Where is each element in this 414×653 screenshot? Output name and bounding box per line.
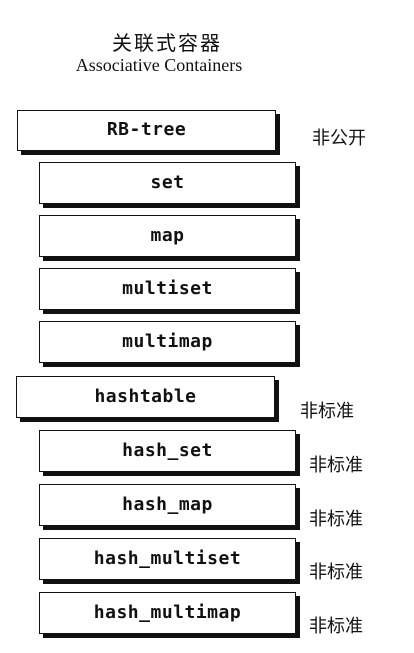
container-label: hashtable — [94, 385, 197, 407]
container-box-set: set — [39, 162, 296, 204]
note-non-standard: 非标准 — [309, 562, 363, 583]
container-box-map: map — [39, 215, 296, 257]
container-box-multimap: multimap — [39, 321, 296, 363]
container-box-rb-tree: RB-tree — [17, 110, 276, 151]
container-label: hash_set — [122, 439, 213, 461]
container-label: hash_map — [122, 493, 213, 515]
diagram-title-english: Associative Containers — [0, 55, 414, 76]
title-en-text: Associative Containers — [75, 55, 243, 75]
container-box-hash-map: hash_map — [39, 484, 296, 526]
note-non-standard: 非标准 — [309, 616, 363, 637]
container-box-hash-multimap: hash_multimap — [39, 592, 296, 634]
container-box-hash-multiset: hash_multiset — [39, 538, 296, 580]
diagram-title-chinese: 关联式容器 — [0, 27, 414, 56]
container-label: set — [150, 171, 185, 193]
note-non-standard: 非标准 — [300, 401, 354, 422]
container-box-multiset: multiset — [39, 268, 296, 310]
note-non-standard: 非标准 — [309, 509, 363, 530]
note-non-public: 非公开 — [312, 128, 366, 149]
title-zh-text: 关联式容器 — [112, 31, 222, 55]
container-label: map — [150, 224, 185, 246]
container-label: RB-tree — [106, 119, 187, 140]
container-label: hash_multimap — [93, 601, 242, 623]
container-label: multimap — [122, 330, 213, 352]
container-box-hash-set: hash_set — [39, 430, 296, 472]
container-label: hash_multiset — [93, 547, 242, 569]
container-box-hashtable: hashtable — [16, 376, 275, 418]
container-label: multiset — [122, 277, 213, 299]
note-non-standard: 非标准 — [309, 455, 363, 476]
